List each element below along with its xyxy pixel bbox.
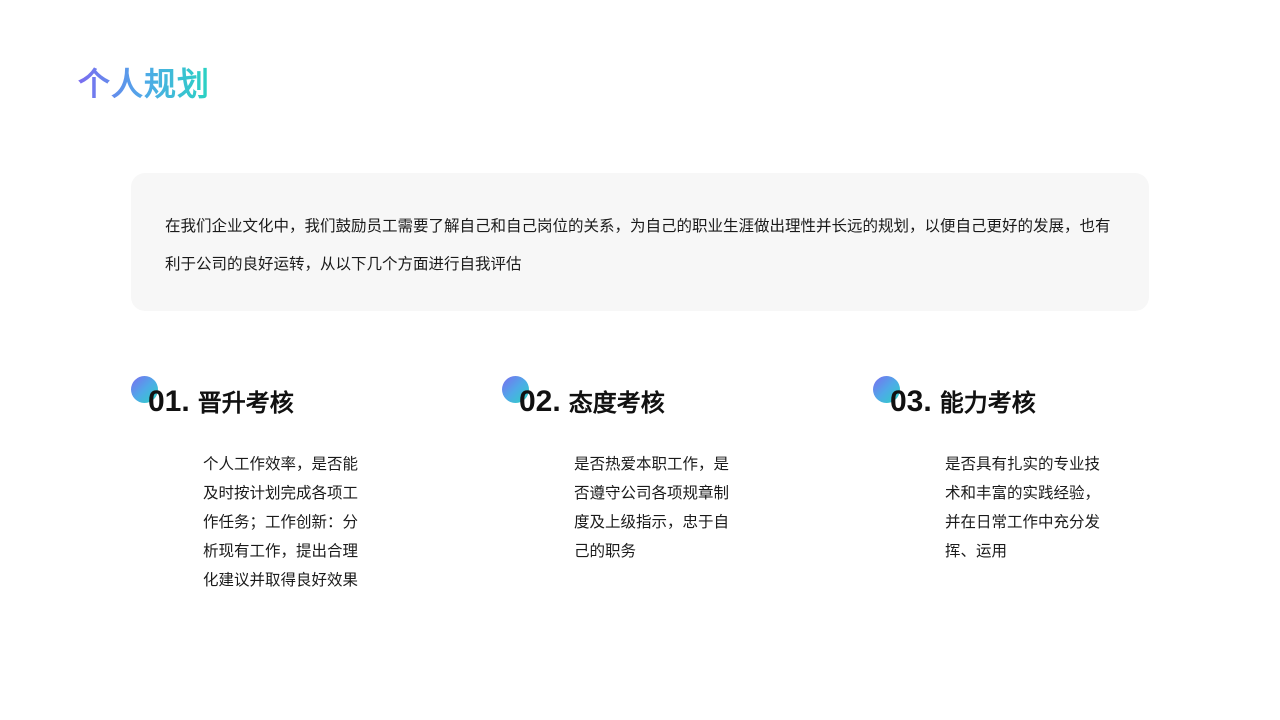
- page-title: 个人规划: [78, 62, 210, 106]
- intro-panel: 在我们企业文化中，我们鼓励员工需要了解自己和自己岗位的关系，为自己的职业生涯做出…: [131, 173, 1149, 311]
- card-description: 个人工作效率，是否能及时按计划完成各项工作任务；工作创新：分析现有工作，提出合理…: [203, 455, 359, 589]
- card-title: 晋升考核: [197, 389, 294, 417]
- card-number: 02.: [519, 385, 561, 418]
- card-number: 03.: [890, 385, 932, 418]
- card-heading: 03. 能力考核: [890, 382, 1036, 426]
- card-heading: 01. 晋升考核: [148, 382, 294, 426]
- card-ability-review: 03. 能力考核 是否具有扎实的专业技术和丰富的实践经验，并在日常工作中充分发挥、…: [873, 376, 1173, 616]
- card-description: 是否热爱本职工作，是否遵守公司各项规章制度及上级指示，忠于自己的职务: [574, 455, 730, 560]
- intro-text: 在我们企业文化中，我们鼓励员工需要了解自己和自己岗位的关系，为自己的职业生涯做出…: [165, 217, 1111, 273]
- card-promotion-review: 01. 晋升考核 个人工作效率，是否能及时按计划完成各项工作任务；工作创新：分析现…: [131, 376, 431, 616]
- card-title: 态度考核: [568, 389, 665, 417]
- card-heading: 02. 态度考核: [519, 382, 665, 426]
- card-attitude-review: 02. 态度考核 是否热爱本职工作，是否遵守公司各项规章制度及上级指示，忠于自己的…: [502, 376, 802, 616]
- card-number: 01.: [148, 385, 190, 418]
- slide: 个人规划 在我们企业文化中，我们鼓励员工需要了解自己和自己岗位的关系，为自己的职…: [0, 0, 1280, 720]
- card-description: 是否具有扎实的专业技术和丰富的实践经验，并在日常工作中充分发挥、运用: [945, 455, 1101, 560]
- card-title: 能力考核: [939, 389, 1036, 417]
